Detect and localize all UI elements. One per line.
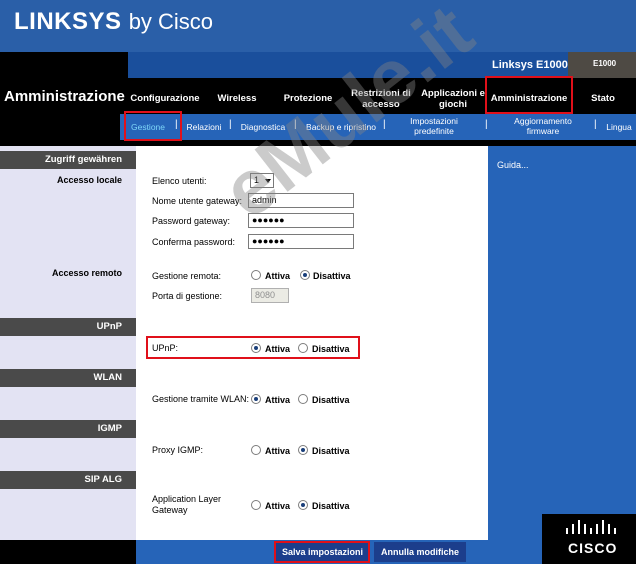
subtab-relazioni[interactable]: Relazioni	[184, 122, 224, 132]
section-header-sip-alg: SIP ALG	[0, 471, 136, 489]
linksys-logo: LINKSYS by Cisco	[14, 8, 214, 35]
footer-left-panel	[0, 540, 136, 564]
tab-applicazioni-giochi[interactable]: Applicazioni e giochi	[420, 88, 486, 110]
remote-mgmt-on-radio[interactable]	[251, 270, 261, 280]
subtab-aggiornamento-firmware[interactable]: Aggiornamento firmware	[508, 116, 578, 136]
page-title: Amministrazione	[4, 88, 125, 105]
wlan-mgmt-on-label: Attiva	[265, 395, 291, 405]
upnp-on-label: Attiva	[265, 344, 291, 354]
tab-amministrazione[interactable]: Amministrazione	[488, 93, 570, 104]
cisco-logo-panel	[542, 514, 636, 564]
tab-protezione[interactable]: Protezione	[280, 93, 336, 104]
subtab-gestione[interactable]: Gestione	[128, 122, 168, 132]
igmp-proxy-on-radio[interactable]	[251, 445, 261, 455]
gateway-user-label: Nome utente gateway:	[152, 196, 243, 206]
upnp-off-label: Disattiva	[312, 344, 350, 354]
alg-on-radio[interactable]	[251, 500, 261, 510]
tab-stato[interactable]: Stato	[586, 93, 620, 104]
gateway-password-label: Password gateway:	[152, 216, 231, 226]
wlan-mgmt-off-label: Disattiva	[312, 395, 350, 405]
subnav-separator: |	[383, 119, 386, 130]
wlan-mgmt-on-radio[interactable]	[251, 394, 261, 404]
tab-restrizioni-accesso[interactable]: Restrizioni di accesso	[348, 88, 414, 110]
subnav-separator: |	[594, 119, 597, 130]
model-name: Linksys E1000	[492, 59, 568, 71]
remote-mgmt-on-label: Attiva	[265, 271, 291, 281]
remote-mgmt-off-radio[interactable]	[300, 270, 310, 280]
wlan-mgmt-label: Gestione tramite WLAN:	[152, 394, 250, 404]
subtab-impostazioni-predefinite[interactable]: Impostazioni predefinite	[406, 116, 462, 136]
igmp-proxy-label: Proxy IGMP:	[152, 445, 204, 455]
remote-mgmt-off-label: Disattiva	[313, 271, 351, 281]
user-list-select[interactable]: 1	[250, 173, 274, 188]
tab-wireless[interactable]: Wireless	[212, 93, 262, 104]
mgmt-port-label: Porta di gestione:	[152, 291, 223, 301]
subnav-separator: |	[175, 119, 178, 130]
cisco-logo: CISCO	[568, 540, 618, 556]
label-local-access: Accesso locale	[56, 175, 122, 185]
remote-mgmt-label: Gestione remota:	[152, 271, 222, 281]
tab-configurazione[interactable]: Configurazione	[130, 93, 200, 104]
subnav-separator: |	[485, 119, 488, 130]
content-gutter	[136, 146, 146, 540]
alg-label: Application Layer Gateway	[152, 494, 222, 515]
igmp-proxy-off-label: Disattiva	[312, 446, 350, 456]
alg-on-label: Attiva	[265, 501, 291, 511]
model-badge: E1000	[593, 59, 617, 68]
section-header-wlan: WLAN	[0, 369, 136, 387]
alg-off-radio[interactable]	[298, 500, 308, 510]
upnp-off-radio[interactable]	[298, 343, 308, 353]
help-panel	[488, 146, 636, 540]
upnp-label: UPnP:	[152, 343, 179, 353]
subnav-separator: |	[229, 119, 232, 130]
chevron-down-icon	[265, 179, 271, 183]
cancel-button[interactable]: Annulla modifiche	[374, 542, 466, 562]
upnp-on-radio[interactable]	[251, 343, 261, 353]
igmp-proxy-off-radio[interactable]	[298, 445, 308, 455]
section-header-igmp: IGMP	[0, 420, 136, 438]
subtab-lingua[interactable]: Lingua	[604, 122, 634, 132]
section-header-access: Zugriff gewähren	[0, 151, 136, 169]
user-list-value: 1	[254, 175, 260, 185]
wlan-mgmt-off-radio[interactable]	[298, 394, 308, 404]
subtab-backup-ripristino[interactable]: Backup e ripristino	[303, 122, 379, 132]
gateway-password-input[interactable]: ●●●●●●	[248, 213, 354, 228]
igmp-proxy-on-label: Attiva	[265, 446, 291, 456]
label-remote-access: Accesso remoto	[51, 268, 122, 278]
confirm-password-input[interactable]: ●●●●●●	[248, 234, 354, 249]
content-gutter-right	[476, 146, 488, 540]
subtab-diagnostica[interactable]: Diagnostica	[238, 122, 288, 132]
confirm-password-label: Conferma password:	[152, 237, 236, 247]
subnav-separator: |	[294, 119, 297, 130]
save-button[interactable]: Salva impostazioni	[276, 542, 369, 562]
gateway-user-input[interactable]: admin	[248, 193, 354, 208]
help-link[interactable]: Guida...	[497, 160, 529, 170]
alg-off-label: Disattiva	[312, 501, 350, 511]
user-list-label: Elenco utenti:	[152, 176, 207, 186]
section-header-upnp: UPnP	[0, 318, 136, 336]
mgmt-port-input[interactable]: 8080	[251, 288, 289, 303]
